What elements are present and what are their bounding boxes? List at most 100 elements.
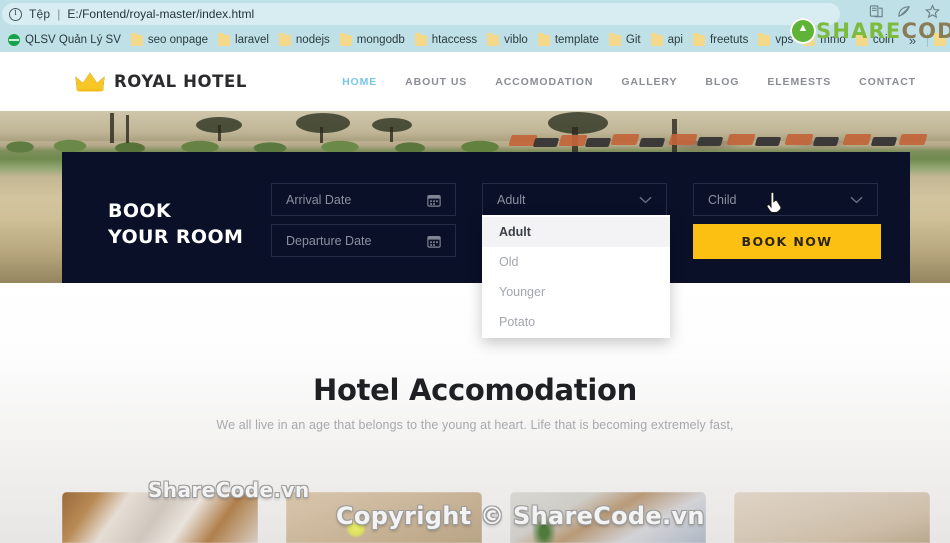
adult-select[interactable]: Adult [482,183,667,216]
brand-logo[interactable]: ROYAL HOTEL [75,71,247,93]
pool-loungers [500,125,950,155]
dropdown-option-adult[interactable]: Adult [482,217,670,247]
main-nav: HOME ABOUT US ACCOMODATION GALLERY BLOG … [328,72,930,92]
bookmark-label: template [554,34,599,46]
info-circle-icon[interactable] [9,7,22,21]
crown-icon [75,72,105,91]
folder-icon [339,32,352,46]
room-cards-row [0,492,950,543]
bookmarks-bar: QLSV Quản Lý SV seo onpage laravel nodej… [0,28,950,52]
bookmark-qlsv[interactable]: QLSV Quản Lý SV [5,30,128,50]
adult-select-value: Adult [497,192,526,207]
bookmarks-overflow-button[interactable]: » [901,33,924,48]
nav-item-blog[interactable]: BLOG [691,72,753,92]
bookmark-mmo[interactable]: mmo [800,30,853,50]
child-select[interactable]: Child [693,183,878,216]
folder-icon [130,32,143,46]
dropdown-option-old[interactable]: Old [482,247,670,277]
departure-date-placeholder: Departure Date [286,233,372,248]
bookmark-viblo[interactable]: viblo [484,30,535,50]
collections-icon[interactable] [897,4,912,19]
room-card-3[interactable] [510,492,706,543]
accommodation-title: Hotel Accomodation [313,373,637,407]
tree-trunk [320,127,323,143]
tree-trunk [390,127,393,142]
bookmark-label: api [667,34,683,46]
hero-section: BOOK YOUR ROOM Arrival Date Departure Da… [0,111,950,283]
nav-item-contact[interactable]: CONTACT [845,72,930,92]
bookmark-label: coin [872,34,894,46]
address-bar[interactable]: Tệp | E:/Fontend/royal-master/index.html [2,3,840,25]
chevron-down-icon [850,196,863,203]
bookmark-template[interactable]: template [535,30,606,50]
bookmark-label: viblo [504,34,528,46]
bookmark-label: htaccess [431,34,478,46]
nav-item-about-us[interactable]: ABOUT US [391,72,481,92]
departure-date-input[interactable]: Departure Date [271,224,456,257]
nav-item-gallery[interactable]: GALLERY [607,72,691,92]
omnibox-row: Tệp | E:/Fontend/royal-master/index.html [0,0,950,28]
arrival-date-input[interactable]: Arrival Date [271,183,456,216]
bookmark-mongodb[interactable]: mongodb [337,30,412,50]
bookmark-api[interactable]: api [648,30,690,50]
folder-icon [218,32,231,46]
accommodation-subtitle: We all live in an age that belongs to th… [216,418,734,432]
bookmark-htaccess[interactable]: htaccess [412,30,484,50]
nav-item-home[interactable]: HOME [328,72,391,92]
room-card-4[interactable] [734,492,930,543]
bookmark-label: vps [775,34,794,46]
bookmark-label: mongodb [356,34,405,46]
bookmarks-divider [927,33,929,47]
bookmark-dau-tra[interactable]: Dấu tra [931,30,950,50]
room-card-1-image [62,492,258,543]
brand-name: ROYAL HOTEL [114,72,248,91]
pier-post [126,115,129,143]
folder-icon [855,32,868,46]
bookmark-label: mmo [820,34,846,46]
booking-title-line2: YOUR ROOM [108,226,244,249]
screenshot-root: Hotel Accomodation We all live in an age… [0,0,950,543]
bookmark-label: seo onpage [147,34,209,46]
folder-icon [487,32,500,46]
bookmark-freetuts[interactable]: freetuts [690,30,755,50]
arrival-date-placeholder: Arrival Date [286,192,352,207]
bookmark-label: QLSV Quản Lý SV [25,34,121,46]
globe-icon [8,34,20,46]
bookmark-coin[interactable]: coin [853,30,901,50]
chevron-down-icon [639,196,652,203]
room-card-2[interactable] [286,492,482,543]
nav-item-elemests[interactable]: ELEMESTS [753,72,845,92]
address-bar-scheme: Tệp [29,7,51,21]
bookmark-vps[interactable]: vps [755,30,800,50]
favorite-star-icon[interactable] [925,4,940,19]
site-header: ROYAL HOTEL HOME ABOUT US ACCOMODATION G… [0,52,950,111]
bookmark-seo-onpage[interactable]: seo onpage [128,30,215,50]
bookmark-label: nodejs [295,34,330,46]
folder-icon [414,32,427,46]
folder-icon [692,32,705,46]
nav-item-accomodation[interactable]: ACCOMODATION [481,72,607,92]
folder-icon [934,32,947,46]
folder-icon [803,32,816,46]
folder-icon [650,32,663,46]
bookmark-laravel[interactable]: laravel [215,30,276,50]
adult-select-dropdown[interactable]: Adult Old Younger Potato [482,215,670,338]
room-card-1[interactable] [62,492,258,543]
bookmark-label: Git [625,34,641,46]
child-select-value: Child [708,192,737,207]
folder-icon [537,32,550,46]
address-bar-separator: | [57,7,61,21]
room-card-3-image [510,492,706,543]
calendar-icon [427,235,441,248]
bookmark-nodejs[interactable]: nodejs [276,30,337,50]
tree-silhouette [296,113,350,133]
book-now-button[interactable]: BOOK NOW [693,224,881,259]
browser-chrome: Tệp | E:/Fontend/royal-master/index.html [0,0,950,52]
reading-list-icon[interactable] [869,4,884,19]
dropdown-option-younger[interactable]: Younger [482,277,670,307]
calendar-icon [427,194,441,207]
bookmark-label: freetuts [709,34,749,46]
bookmark-git[interactable]: Git [606,30,648,50]
tree-trunk [218,125,221,141]
dropdown-option-potato[interactable]: Potato [482,307,670,337]
